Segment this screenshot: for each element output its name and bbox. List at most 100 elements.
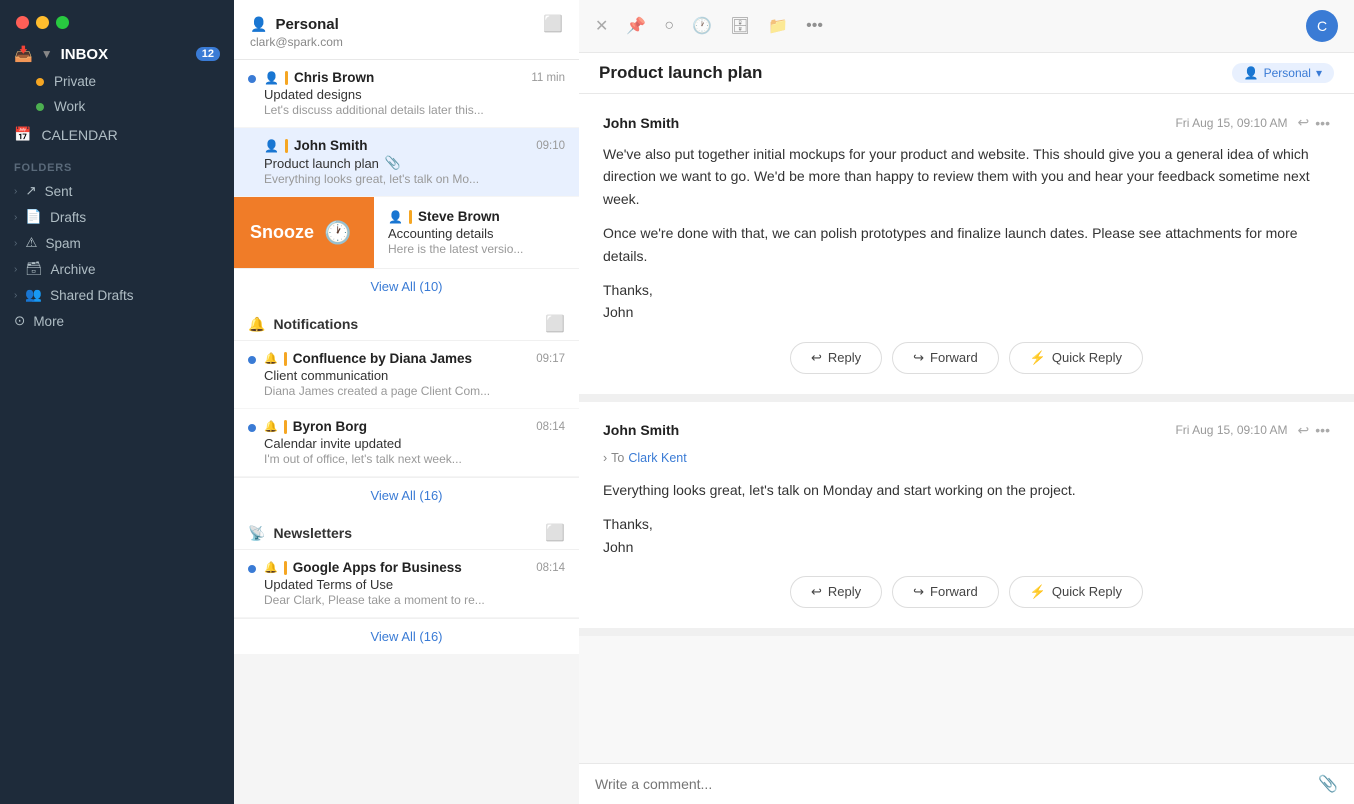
reply-button-2[interactable]: ↩ Reply [790,576,882,608]
email-subject: Updated Terms of Use [264,577,565,592]
view-all-notifications-link[interactable]: View All (16) [234,477,579,513]
message-meta-2: Fri Aug 15, 09:10 AM ↩ ••• [1175,422,1330,439]
email-list-panel: 👤 Personal ⬜ clark@spark.com 👤 Chris Bro… [234,0,579,804]
sidebar-item-more[interactable]: ⊙ More [0,308,234,334]
notification-item-byron-borg[interactable]: 🔔 Byron Borg 08:14 Calendar invite updat… [234,409,579,477]
more-message-icon[interactable]: ••• [1315,115,1330,131]
email-item-chris-brown[interactable]: 👤 Chris Brown 11 min Updated designs Let… [234,60,579,128]
notifications-archive-button[interactable]: ⬜ [545,314,565,334]
more-message-icon-2[interactable]: ••• [1315,422,1330,438]
sent-label: Sent [45,184,73,199]
reply-buttons-1: ↩ Reply ↪ Forward ⚡ Quick Reply [603,342,1330,374]
work-dot-icon [36,103,44,111]
archive-icon: 🗃 [25,261,42,277]
spam-label: Spam [45,236,80,251]
account-tag: 👤 Personal ▾ [1232,63,1334,83]
email-sender: 🔔 Byron Borg [264,419,367,434]
forward-button-2[interactable]: ↪ Forward [892,576,999,608]
email-preview: Dear Clark, Please take a moment to re..… [264,593,565,607]
more-icon[interactable]: ••• [806,17,823,35]
sidebar-item-spam[interactable]: › ⚠ Spam [0,230,234,256]
user-avatar[interactable]: C [1306,10,1338,42]
inbox-nav-item[interactable]: 📥 ▼ INBOX 12 [0,39,234,69]
newsletters-archive-button[interactable]: ⬜ [545,523,565,543]
snoozed-email-steve-brown[interactable]: 👤 Steve Brown Accounting details Here is… [374,197,579,268]
email-sender: 👤 Chris Brown [264,70,374,85]
unread-indicator [248,356,256,364]
notification-item-confluence[interactable]: 🔔 Confluence by Diana James 09:17 Client… [234,341,579,409]
email-subject: Calendar invite updated [264,436,565,451]
sidebar-item-calendar[interactable]: 📅 CALENDAR [0,119,234,150]
sender-avatar-icon: 👤 [264,71,279,85]
quick-reply-button-1[interactable]: ⚡ Quick Reply [1009,342,1143,374]
email-content: 👤 John Smith 09:10 Product launch plan 📎… [264,138,565,186]
shared-drafts-icon: 👥 [25,287,42,303]
unread-indicator [248,75,256,83]
person-icon: 👤 [250,16,267,33]
inbox-badge: 12 [196,47,220,61]
folder-icon[interactable]: 📁 [768,16,788,36]
unread-indicator [248,424,256,432]
sidebar-item-sent[interactable]: › ↗ Sent [0,178,234,204]
quick-reply-button-2[interactable]: ⚡ Quick Reply [1009,576,1143,608]
archive-button[interactable]: ⬜ [543,14,563,34]
archive-caret-icon: › [14,264,17,275]
tag-chevron-icon: ▾ [1316,66,1322,80]
sidebar-item-work[interactable]: Work [0,94,234,119]
sidebar-item-drafts[interactable]: › 📄 Drafts [0,204,234,230]
comment-input[interactable] [595,776,1318,792]
email-subject: Accounting details [388,226,565,241]
reply-quick-icon[interactable]: ↩ [1298,114,1310,131]
reply-quick-icon-2[interactable]: ↩ [1298,422,1310,439]
sent-icon: ↗ [25,183,36,199]
forward-button-1[interactable]: ↪ Forward [892,342,999,374]
message-body-1: We've also put together initial mockups … [603,143,1330,324]
bell-small-icon: 🔔 [264,561,278,574]
email-preview: Diana James created a page Client Com... [264,384,565,398]
maximize-traffic-light[interactable] [56,16,69,29]
message-sender-2: John Smith [603,422,679,438]
email-content: 👤 Chris Brown 11 min Updated designs Let… [264,70,565,117]
sidebar-item-shared-drafts[interactable]: › 👥 Shared Drafts [0,282,234,308]
traffic-lights [0,0,234,39]
close-traffic-light[interactable] [16,16,29,29]
pin-icon[interactable]: 📌 [626,16,646,36]
newsletter-item-google[interactable]: 🔔 Google Apps for Business 08:14 Updated… [234,550,579,618]
clock-icon[interactable]: 🕐 [692,16,712,36]
drafts-caret-icon: › [14,212,17,223]
snooze-item[interactable]: Snooze 🕐 👤 Steve Brown Accounting detail… [234,197,579,268]
email-item-john-smith[interactable]: 👤 John Smith 09:10 Product launch plan 📎… [234,128,579,197]
calendar-icon: 📅 [14,126,31,143]
message-to-2: › To Clark Kent [603,451,1330,465]
reply-button-1[interactable]: ↩ Reply [790,342,882,374]
email-subject: Product launch plan 📎 [264,155,565,171]
notifications-title: 🔔 Notifications [248,316,358,333]
comment-attachment-icon[interactable]: 📎 [1318,774,1338,794]
account-name: 👤 Personal [250,16,339,33]
archive-label: Archive [50,262,95,277]
priority-indicator [285,139,288,153]
sent-caret-icon: › [14,186,17,197]
private-dot-icon [36,78,44,86]
email-preview: I'm out of office, let's talk next week.… [264,452,565,466]
view-all-personal-link[interactable]: View All (10) [234,268,579,304]
newsletters-header: 📡 Newsletters ⬜ [234,513,579,550]
archive-icon[interactable]: 🗄 [730,16,750,36]
circle-icon[interactable]: ○ [664,17,674,35]
notifications-section: 🔔 Notifications ⬜ 🔔 Confluence by Diana … [234,304,579,513]
minimize-traffic-light[interactable] [36,16,49,29]
view-all-newsletters-link[interactable]: View All (16) [234,618,579,654]
email-time: 09:10 [536,140,565,152]
email-subject: Updated designs [264,87,565,102]
email-detail-panel: ✕ 📌 ○ 🕐 🗄 📁 ••• C Product launch plan 👤 … [579,0,1354,804]
spam-icon: ⚠ [25,235,37,251]
private-label: Private [54,74,96,89]
message-date: Fri Aug 15, 09:10 AM [1175,116,1287,130]
sidebar-item-private[interactable]: Private [0,69,234,94]
email-preview: Let's discuss additional details later t… [264,103,565,117]
recipient-link[interactable]: Clark Kent [628,451,686,465]
shared-drafts-label: Shared Drafts [50,288,133,303]
sidebar-item-archive[interactable]: › 🗃 Archive [0,256,234,282]
close-button[interactable]: ✕ [595,16,608,36]
inbox-icon: 📥 [14,45,33,63]
